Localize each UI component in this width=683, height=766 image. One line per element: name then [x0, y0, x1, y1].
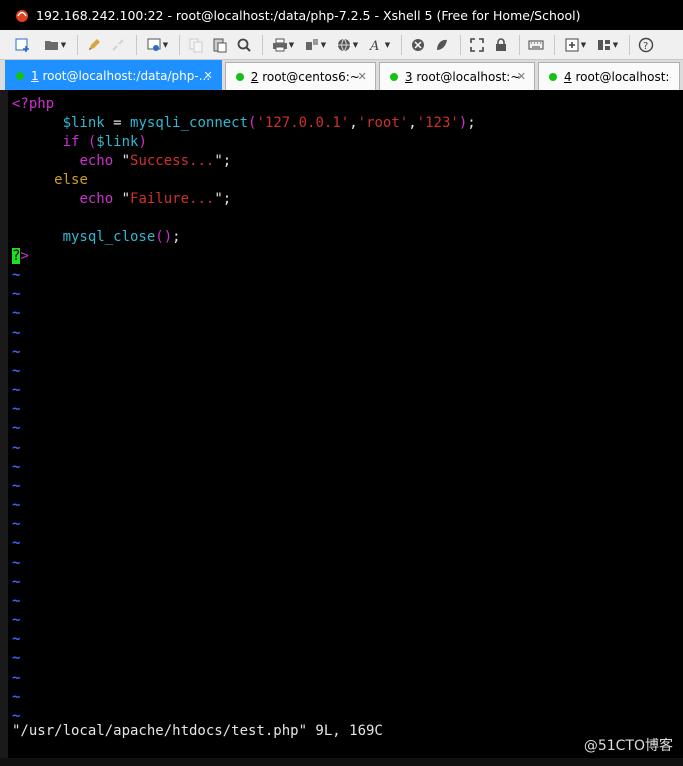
- connected-status-icon: [549, 72, 558, 81]
- tab-label: 1 root@localhost:/data/php-...: [31, 68, 211, 83]
- font-button[interactable]: A ▼: [364, 34, 394, 56]
- tab-close-icon[interactable]: ✕: [517, 70, 526, 83]
- svg-text:A: A: [369, 39, 379, 53]
- lock-icon: [496, 37, 506, 51]
- help-button[interactable]: ?: [635, 34, 657, 56]
- toolbar: ▼ ▼ ▼ ▼ ▼ A ▼ ▼ ▼ ?: [0, 30, 683, 60]
- tab-close-icon[interactable]: ✕: [204, 69, 213, 82]
- vim-empty-line-tilde: ~: [12, 362, 21, 379]
- code-line-4: echo "Success...";: [79, 153, 232, 169]
- xftp-icon: [412, 38, 424, 51]
- vim-empty-line-tilde: ~: [12, 535, 21, 552]
- copy-button[interactable]: [185, 34, 207, 56]
- vim-empty-line-tilde: ~: [12, 382, 21, 399]
- vim-empty-line-tilde: ~: [12, 631, 21, 648]
- print-icon: [272, 38, 287, 51]
- keyboard-button[interactable]: [525, 34, 547, 56]
- vim-empty-line-tilde: ~: [12, 420, 21, 437]
- connected-status-icon: [235, 72, 244, 81]
- vim-empty-line-tilde: ~: [12, 554, 21, 571]
- vim-empty-line-tilde: ~: [12, 497, 21, 514]
- disconnect-icon: [112, 38, 124, 51]
- code-line-1: <?php: [12, 96, 55, 112]
- copy-icon: [189, 38, 203, 52]
- vim-empty-line-tilde: ~: [12, 286, 21, 303]
- vim-empty-line-tilde: ~: [12, 343, 21, 360]
- watermark: @51CTO博客: [583, 738, 673, 754]
- bottom-edge: [0, 758, 683, 766]
- xshell-app-icon[interactable]: [14, 7, 30, 23]
- code-line-9: ?>: [12, 248, 29, 264]
- find-icon: [237, 38, 251, 52]
- vim-empty-line-tilde: ~: [12, 592, 21, 609]
- vim-empty-line-tilde: ~: [12, 267, 21, 283]
- xmanager-button[interactable]: [431, 34, 453, 56]
- code-line-2: $link = mysqli_connect('127.0.0.1','root…: [62, 115, 476, 131]
- code-line-8: mysql_close();: [62, 229, 181, 245]
- paste-icon: [213, 38, 227, 52]
- vim-empty-line-tilde: ~: [12, 516, 21, 533]
- tab-session-2[interactable]: 2 root@centos6:~ ✕: [224, 62, 376, 90]
- xmanager-icon: [437, 39, 447, 50]
- lock-button[interactable]: [490, 34, 512, 56]
- add-pane-icon: [565, 38, 579, 51]
- tab-session-3[interactable]: 3 root@localhost:~ ✕: [378, 62, 536, 90]
- vim-empty-line-tilde: ~: [12, 439, 21, 456]
- properties-button[interactable]: ▼: [142, 34, 172, 56]
- new-session-button[interactable]: [8, 34, 38, 56]
- vim-empty-line-tilde: ~: [12, 305, 21, 322]
- properties-icon: [147, 38, 161, 51]
- open-button[interactable]: ▼: [40, 34, 70, 56]
- vim-empty-line-tilde: ~: [12, 669, 21, 686]
- tab-label: 4 root@localhost:~: [564, 69, 672, 84]
- pen-icon: [89, 38, 100, 50]
- code-line-6: echo "Failure...";: [79, 191, 232, 207]
- vim-empty-line-tilde: ~: [12, 688, 21, 705]
- fullscreen-icon: [470, 37, 484, 52]
- disconnect-button[interactable]: [107, 34, 129, 56]
- layout-button[interactable]: ▼: [592, 34, 622, 56]
- connected-status-icon: [16, 71, 24, 80]
- code-line-5: else: [54, 172, 88, 188]
- new-session-icon: [15, 38, 29, 52]
- find-button[interactable]: [233, 34, 255, 56]
- transfer-button[interactable]: ▼: [300, 34, 330, 56]
- tab-session-1[interactable]: 1 root@localhost:/data/php-... ✕: [5, 60, 222, 90]
- title-bar: 192.168.242.100:22 - root@localhost:/dat…: [0, 0, 683, 30]
- help-icon: ?: [638, 37, 654, 52]
- add-pane-button[interactable]: ▼: [560, 34, 590, 56]
- reconnect-button[interactable]: [83, 34, 105, 56]
- keyboard-icon: [528, 40, 544, 49]
- terminal-area[interactable]: <?php $link = mysqli_connect('127.0.0.1'…: [0, 90, 683, 766]
- tab-close-icon[interactable]: ✕: [358, 70, 367, 83]
- terminal-gutter: [0, 90, 8, 766]
- vim-empty-line-tilde: ~: [12, 612, 21, 629]
- tab-label: 2 root@centos6:~: [250, 69, 360, 84]
- session-tab-bar: 1 root@localhost:/data/php-... ✕ 2 root@…: [0, 60, 683, 90]
- vim-status-line: "/usr/local/apache/htdocs/test.php" 9L, …: [12, 723, 383, 739]
- globe-icon: [337, 38, 350, 51]
- print-button[interactable]: ▼: [268, 34, 298, 56]
- svg-text:?: ?: [643, 41, 648, 52]
- vim-empty-line-tilde: ~: [12, 650, 21, 667]
- connected-status-icon: [389, 72, 398, 81]
- vim-empty-line-tilde: ~: [12, 324, 21, 341]
- code-line-3: if ($link): [62, 134, 147, 150]
- vim-empty-line-tilde: ~: [12, 477, 21, 494]
- xftp-button[interactable]: [407, 34, 429, 56]
- tab-label: 3 root@localhost:~: [404, 69, 521, 84]
- vim-empty-line-tilde: ~: [12, 458, 21, 475]
- fullscreen-button[interactable]: [466, 34, 488, 56]
- tab-session-4[interactable]: 4 root@localhost:~: [538, 62, 681, 90]
- open-folder-icon: [44, 40, 58, 50]
- layout-icon: [597, 39, 610, 50]
- paste-button[interactable]: [209, 34, 231, 56]
- vim-empty-line-tilde: ~: [12, 573, 21, 590]
- window-title: 192.168.242.100:22 - root@localhost:/dat…: [36, 7, 581, 23]
- font-icon: A: [369, 39, 379, 53]
- transfer-icon: [305, 38, 318, 50]
- globe-button[interactable]: ▼: [332, 34, 362, 56]
- vim-empty-line-tilde: ~: [12, 401, 21, 418]
